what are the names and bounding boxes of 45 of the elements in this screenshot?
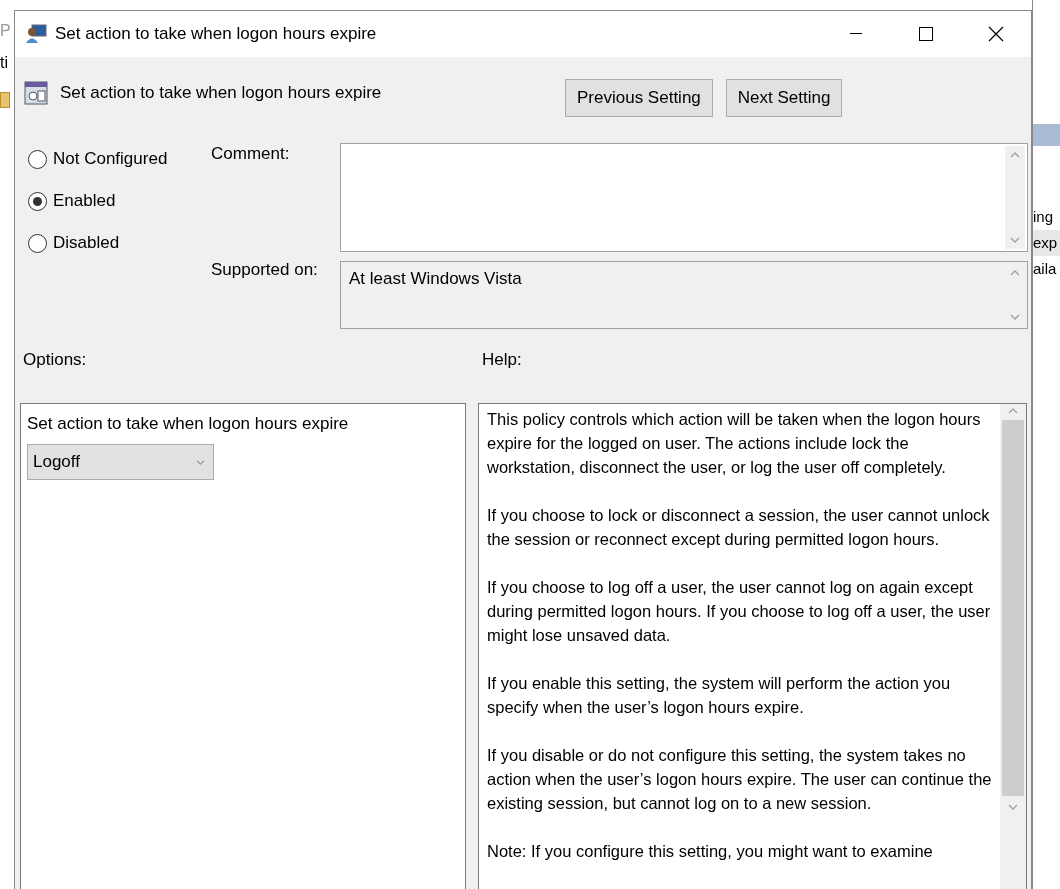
background-text: ti (0, 53, 9, 73)
help-paragraph: If you choose to lock or disconnect a session, the user cannot unlock the session or reconnect except during permitted logon hours. (487, 505, 991, 550)
help-paragraph: If you choose to log off a user, the user cannot log on again except during permitted logon hours. If you choose to log off a user, the user might lose unsaved data. (487, 577, 992, 646)
scroll-down-icon[interactable] (1010, 237, 1020, 243)
radio-circle-icon[interactable] (28, 191, 47, 211)
setting-nav-button[interactable]: Next Setting (725, 79, 843, 117)
help-paragraph: Note: If you configure this setting, you might want to examine (487, 841, 934, 862)
close-icon (988, 26, 1004, 42)
window-title: Set action to take when logon hours expire (55, 24, 378, 44)
user-computer-icon (25, 24, 47, 44)
options-heading: Options: (23, 350, 88, 371)
background-text: ing (1033, 207, 1055, 227)
option-label: Set action to take when logon hours expire (27, 414, 349, 434)
setting-nav-button[interactable]: Previous Setting (565, 79, 713, 117)
scroll-thumb[interactable] (1002, 420, 1024, 796)
selection-bar (1033, 124, 1060, 146)
comment-label: Comment: (211, 144, 291, 164)
help-heading: Help: (482, 350, 522, 371)
help-paragraph: If you enable this setting, the system will perform the action you specify when the user’s logon hours expire. (487, 673, 952, 718)
scroll-down-icon[interactable] (1008, 804, 1018, 810)
setting-title: Set action to take when logon hours expire (60, 83, 383, 104)
radio-circle-icon[interactable] (28, 149, 47, 169)
radio-option[interactable]: Enabled (28, 189, 211, 213)
maximize-icon (919, 27, 933, 41)
background-text: aila (1033, 259, 1058, 279)
supported-on-field: At least Windows Vista (340, 261, 1028, 329)
action-dropdown[interactable]: Logoff (27, 444, 214, 480)
caret-icon (196, 459, 205, 465)
help-paragraph: If you disable or do not configure this setting, the system takes no action when the user’s logon hours expire. The user can continue the existing session, but cannot log on to a new session. (487, 745, 992, 814)
help-paragraph: This policy controls which action will be taken when the logon hours expire for the logged on user. The actions include lock the workstation, disconnect the user, or log the user off completely. (487, 409, 982, 478)
radio-option[interactable]: Not Configured (28, 147, 211, 171)
policy-setting-icon (24, 81, 48, 105)
scroll-up-icon[interactable] (1010, 152, 1020, 158)
radio-circle-icon[interactable] (28, 233, 47, 253)
scrollbar[interactable] (1000, 404, 1026, 889)
comment-field[interactable] (340, 143, 1028, 252)
background-text: P (0, 21, 12, 41)
background-text: exp (1033, 230, 1060, 256)
radio-option[interactable]: Disabled (28, 231, 211, 255)
supported-on-label: Supported on: (211, 260, 319, 280)
scroll-down-icon[interactable] (1010, 314, 1020, 320)
scroll-up-icon[interactable] (1008, 408, 1018, 414)
folder-icon (0, 92, 10, 108)
scroll-up-icon[interactable] (1010, 270, 1020, 276)
minimize-icon (850, 33, 862, 35)
